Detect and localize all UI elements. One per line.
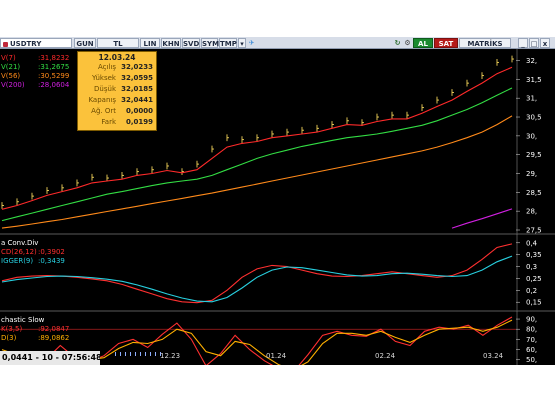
- legend-label: D(3): [1, 334, 17, 342]
- ohlc-date: 12.03.24: [98, 53, 136, 62]
- y-tick-label: 0,15: [526, 299, 542, 307]
- series-line-mov-200-: [451, 208, 513, 229]
- status-bar: 0,0441 - 10 - 07:56:48 12.23 01.24 02.24…: [0, 351, 555, 365]
- ohlc-row-high: Yüksek 32,0595: [78, 74, 156, 84]
- legend-value: :28,0604: [38, 81, 70, 89]
- y-tick-label: 0,3: [526, 263, 537, 271]
- ohlc-row-weighted-avg: Ağ. Ort 0,0000: [78, 107, 156, 117]
- y-tick-label: 28,: [526, 208, 537, 216]
- macd-panel: 0,4 0,35 0,3 0,25 0,2 0,15 a Conv.DivCD(26,12)…: [0, 233, 555, 311]
- legend-value: :92,0847: [38, 325, 69, 333]
- date-tick: 03.24: [483, 352, 504, 360]
- ohlc-label: Fark: [101, 118, 116, 126]
- ohlc-row-change: Fark 0,0199: [78, 118, 156, 128]
- symbol-icon: [3, 41, 8, 47]
- y-tick-label: 30,: [526, 132, 537, 140]
- y-tick-label: 32,: [526, 57, 537, 65]
- legend-value: :0,3439: [38, 257, 65, 265]
- matriks-button[interactable]: MATRİKS: [459, 38, 511, 48]
- legend-value: :0,3902: [38, 248, 65, 256]
- date-tick: 01.24: [266, 352, 287, 360]
- ohlc-value: 0,0000: [125, 107, 153, 115]
- symbol-selector[interactable]: USDTRY: [0, 38, 72, 48]
- legend-value: :31,2675: [38, 63, 69, 71]
- sell-button[interactable]: SAT: [434, 38, 458, 48]
- twitter-bird-icon[interactable]: ✈: [247, 38, 256, 48]
- ohlc-row-low: Düşük 32,0185: [78, 85, 156, 95]
- ohlc-value: 32,0441: [121, 96, 153, 104]
- ohlc-label: Düşük: [94, 85, 116, 93]
- legend-label: V(56): [1, 72, 20, 80]
- refresh-icon[interactable]: ↻: [393, 38, 402, 48]
- price-readout: 0,0441 - 10 - 07:56:48: [0, 351, 100, 365]
- ohlc-label: Yüksek: [92, 74, 116, 82]
- symbol-label: USDTRY: [10, 40, 42, 48]
- close-button[interactable]: x: [540, 38, 550, 48]
- series-line-mov-56-: [1, 115, 513, 229]
- button-svd[interactable]: SVD: [182, 38, 200, 48]
- button-sym[interactable]: SYM: [201, 38, 219, 48]
- legend-value: :89,0862: [38, 334, 69, 342]
- legend-label: K(3,5): [1, 325, 22, 333]
- date-tick: 12.23: [160, 352, 181, 360]
- gear-icon[interactable]: ⚙: [403, 38, 412, 48]
- series-line-trigger-9-: [1, 255, 513, 303]
- ohlc-label: Ağ. Ort: [91, 107, 116, 115]
- ohlc-row-close: Kapanış 32,0441: [78, 96, 156, 106]
- ohlc-info-box: 12.03.24 Açılış 32,0233 Yüksek 32,0595 D…: [77, 51, 157, 131]
- y-tick-label: 29,5: [526, 151, 542, 159]
- currency-button-tl[interactable]: TL: [97, 38, 139, 48]
- button-khn[interactable]: KHN: [161, 38, 181, 48]
- buy-button[interactable]: AL: [413, 38, 433, 48]
- chart-window: USDTRY GUN TL LIN KHN SVD SYM TMP ▾ ✈ ↻ …: [0, 37, 555, 365]
- ohlc-value: 32,0595: [121, 74, 153, 82]
- y-tick-label: 27,5: [526, 227, 542, 235]
- series-line-macd-26-12-: [1, 243, 513, 304]
- caret-down-icon[interactable]: ▾: [238, 38, 246, 48]
- ohlc-value: 0,0199: [125, 118, 153, 126]
- y-tick-label: 0,2: [526, 287, 537, 295]
- y-tick-label: 0,4: [526, 239, 538, 247]
- y-tick-label: 31,5: [526, 76, 542, 84]
- ohlc-label: Kapanış: [88, 96, 116, 104]
- legend-label: a Conv.Div: [1, 239, 38, 247]
- y-tick-label: 0,25: [526, 275, 542, 283]
- y-tick-label: 90,: [526, 316, 537, 324]
- legend-label: V(21): [1, 63, 20, 71]
- legend-label: V(200): [1, 81, 25, 89]
- legend-label: chastic Slow: [1, 316, 45, 324]
- legend-label: CD(26,12): [1, 248, 37, 256]
- y-tick-label: 30,5: [526, 114, 542, 122]
- y-tick-label: 70,: [526, 336, 537, 344]
- maximize-button[interactable]: □: [529, 38, 539, 48]
- chart-toolbar: USDTRY GUN TL LIN KHN SVD SYM TMP ▾ ✈ ↻ …: [0, 37, 555, 49]
- legend-label: V(7): [1, 54, 16, 62]
- ohlc-value: 32,0233: [121, 63, 153, 71]
- period-button-gun[interactable]: GUN: [74, 38, 96, 48]
- y-tick-label: 0,35: [526, 251, 542, 259]
- scale-button-lin[interactable]: LIN: [140, 38, 160, 48]
- y-tick-label: 29,: [526, 170, 537, 178]
- ohlc-label: Açılış: [98, 63, 116, 71]
- template-button-tmp[interactable]: TMP: [219, 38, 237, 48]
- date-tick: 02.24: [375, 352, 396, 360]
- legend-label: IGGER(9): [1, 257, 33, 265]
- y-tick-label: 80,: [526, 326, 537, 334]
- y-tick-label: 28,5: [526, 189, 542, 197]
- legend-value: :30,5299: [38, 72, 69, 80]
- ohlc-value: 32,0185: [121, 85, 153, 93]
- y-tick-label: 31,: [526, 95, 537, 103]
- ohlc-row-open: Açılış 32,0233: [78, 63, 156, 73]
- legend-value: :31,8232: [38, 54, 69, 62]
- minimize-button[interactable]: _: [518, 38, 528, 48]
